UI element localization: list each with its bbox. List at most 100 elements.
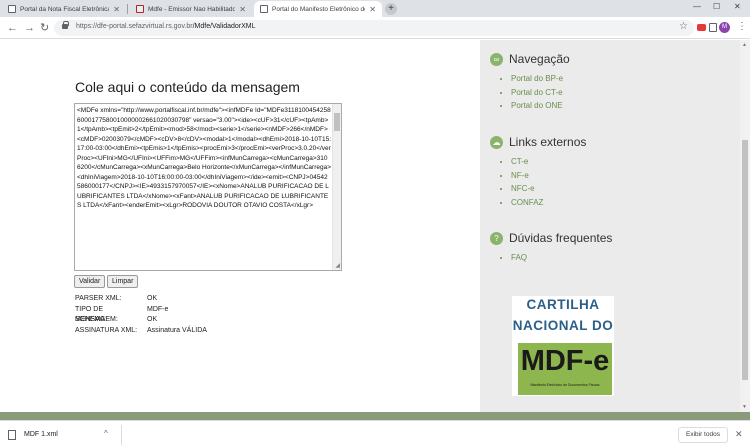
url-path: /Mdfe/ValidadorXML xyxy=(192,23,256,30)
scroll-up-icon[interactable]: ▲ xyxy=(742,42,747,48)
file-icon xyxy=(8,430,16,440)
clear-button[interactable]: Limpar xyxy=(107,275,139,288)
bookmark-star-icon[interactable]: ☆ xyxy=(679,21,688,32)
section-header: ☁ Links externos xyxy=(490,135,586,149)
scroll-down-icon[interactable]: ▼ xyxy=(742,404,747,410)
page-title: Cole aqui o conteúdo da mensagem xyxy=(75,79,300,95)
validate-button[interactable]: Validar xyxy=(74,275,106,288)
xml-textarea[interactable]: <MDFe xmlns="http://www.portalfiscal.inf… xyxy=(74,103,342,271)
navigation-list: Portal do BP-e Portal do CT-e Portal do … xyxy=(511,72,570,113)
tab-portal-mdfe[interactable]: Portal do Manifesto Eletrônico de Docume… xyxy=(254,1,382,17)
page-icon xyxy=(260,5,268,13)
mdfe-brand: MDF-e xyxy=(520,345,610,377)
link-cte[interactable]: CT-e xyxy=(511,157,528,166)
result-row: SCHEMA: OK xyxy=(75,315,207,326)
tab-portal-nfe[interactable]: Portal da Nota Fiscal Eletrônica ✕ xyxy=(2,1,126,17)
result-label: SCHEMA: xyxy=(75,316,107,323)
scroll-thumb[interactable] xyxy=(742,140,748,380)
faq-list: FAQ xyxy=(511,251,612,265)
reload-icon[interactable]: ↻ xyxy=(40,21,49,35)
url-host: https://dfe-portal.sefazvirtual.rs.gov.b… xyxy=(76,23,193,30)
section-header: ? Dúvidas frequentes xyxy=(490,231,612,245)
link-nfce[interactable]: NFC-e xyxy=(511,184,535,193)
tab-separator xyxy=(127,4,128,14)
section-header: ∞ Navegação xyxy=(490,52,570,66)
textarea-scroll-thumb[interactable] xyxy=(334,113,340,131)
mdfe-logo: MDF-e Manifesto Eletrônico de Documentos… xyxy=(518,343,612,395)
close-icon[interactable]: ✕ xyxy=(369,5,376,14)
banner-line-2: NACIONAL DO xyxy=(512,318,614,333)
profile-avatar[interactable]: M xyxy=(719,22,730,33)
menu-icon[interactable]: ⋮ xyxy=(737,21,747,32)
list-item: FAQ xyxy=(511,251,612,265)
extension-icon[interactable] xyxy=(709,23,717,32)
result-row: TIPO DE MENSAGEM: MDF-e xyxy=(75,305,207,324)
external-links-section: ☁ Links externos CT-e NF-e NFC-e CONFAZ xyxy=(490,135,586,209)
link-portal-one[interactable]: Portal do ONE xyxy=(511,101,563,110)
footer-band xyxy=(0,412,750,420)
faq-section: ? Dúvidas frequentes FAQ xyxy=(490,231,612,265)
lock-icon xyxy=(62,21,69,29)
result-label: PARSER XML: xyxy=(75,295,122,302)
close-icon[interactable]: ✕ xyxy=(113,5,120,14)
tab-title: Mdfe - Emissor Nao Habilitado xyxy=(148,5,236,13)
url-text[interactable]: https://dfe-portal.sefazvirtual.rs.gov.b… xyxy=(76,23,256,30)
section-title: Dúvidas frequentes xyxy=(509,231,613,245)
list-item: CT-e xyxy=(511,155,586,169)
list-item: NFC-e xyxy=(511,182,586,196)
link-icon: ∞ xyxy=(490,52,503,66)
link-faq[interactable]: FAQ xyxy=(511,253,527,262)
tab-title: Portal da Nota Fiscal Eletrônica xyxy=(20,5,110,13)
section-title: Links externos xyxy=(509,135,587,149)
address-bar[interactable]: https://dfe-portal.sefazvirtual.rs.gov.b… xyxy=(54,20,694,36)
result-value: OK xyxy=(147,295,158,302)
new-tab-button[interactable]: + xyxy=(385,3,397,15)
cartilha-banner[interactable]: CARTILHA NACIONAL DO MDF-e Manifesto Ele… xyxy=(512,296,614,396)
page-content: Cole aqui o conteúdo da mensagem <MDFe x… xyxy=(0,40,740,412)
resize-handle-icon[interactable]: ◢ xyxy=(335,262,340,269)
link-portal-bpe[interactable]: Portal do BP-e xyxy=(511,74,563,83)
result-row: ASSINATURA XML: Assinatura VÁLIDA xyxy=(75,326,207,337)
result-value: Assinatura VÁLIDA xyxy=(147,326,207,334)
xml-content[interactable]: <MDFe xmlns="http://www.portalfiscal.inf… xyxy=(77,106,331,211)
close-icon[interactable]: ✕ xyxy=(735,429,743,440)
page-icon xyxy=(8,5,16,13)
close-window-icon[interactable]: ✕ xyxy=(734,2,741,11)
validation-results: PARSER XML: OK TIPO DE MENSAGEM: MDF-e S… xyxy=(75,294,207,336)
back-arrow-icon[interactable]: ← xyxy=(7,21,18,35)
navigation-section: ∞ Navegação Portal do BP-e Portal do CT-… xyxy=(490,52,570,113)
maximize-icon[interactable]: ☐ xyxy=(713,2,720,11)
minimize-icon[interactable]: — xyxy=(693,2,701,11)
question-icon: ? xyxy=(490,231,503,245)
show-all-downloads-button[interactable]: Exibir todos xyxy=(678,427,728,443)
textarea-scrollbar[interactable] xyxy=(332,104,341,270)
result-label: TIPO DE MENSAGEM: xyxy=(75,305,118,324)
list-item: CONFAZ xyxy=(511,196,586,210)
link-confaz[interactable]: CONFAZ xyxy=(511,198,543,207)
forward-arrow-icon[interactable]: → xyxy=(24,21,35,35)
link-portal-cte[interactable]: Portal do CT-e xyxy=(511,88,563,97)
divider xyxy=(121,425,122,445)
result-row: PARSER XML: OK xyxy=(75,294,207,305)
result-label: ASSINATURA XML: xyxy=(75,326,138,334)
chevron-up-icon[interactable]: ^ xyxy=(104,429,108,438)
list-item: Portal do ONE xyxy=(511,99,570,113)
downloads-bar: MDF 1.xml ^ Exibir todos ✕ xyxy=(0,420,750,448)
tab-mdfe-emissor[interactable]: Mdfe - Emissor Nao Habilitado ✕ xyxy=(130,1,252,17)
result-value: MDF-e xyxy=(147,305,169,313)
section-title: Navegação xyxy=(509,52,570,66)
external-links-list: CT-e NF-e NFC-e CONFAZ xyxy=(511,155,586,209)
close-icon[interactable]: ✕ xyxy=(239,5,246,14)
link-nfe[interactable]: NF-e xyxy=(511,171,529,180)
page-scrollbar[interactable]: ▲ ▼ xyxy=(740,40,750,412)
result-value: OK xyxy=(147,316,158,323)
page-icon xyxy=(136,5,144,13)
list-item: Portal do CT-e xyxy=(511,86,570,100)
mdfe-subtitle: Manifesto Eletrônico de Documentos Fisca… xyxy=(530,383,600,387)
tab-strip: Portal da Nota Fiscal Eletrônica ✕ Mdfe … xyxy=(0,0,750,17)
download-file-name[interactable]: MDF 1.xml xyxy=(24,431,58,438)
cloud-icon: ☁ xyxy=(490,135,503,149)
list-item: Portal do BP-e xyxy=(511,72,570,86)
list-item: NF-e xyxy=(511,169,586,183)
youtube-extension-icon[interactable] xyxy=(697,24,706,31)
